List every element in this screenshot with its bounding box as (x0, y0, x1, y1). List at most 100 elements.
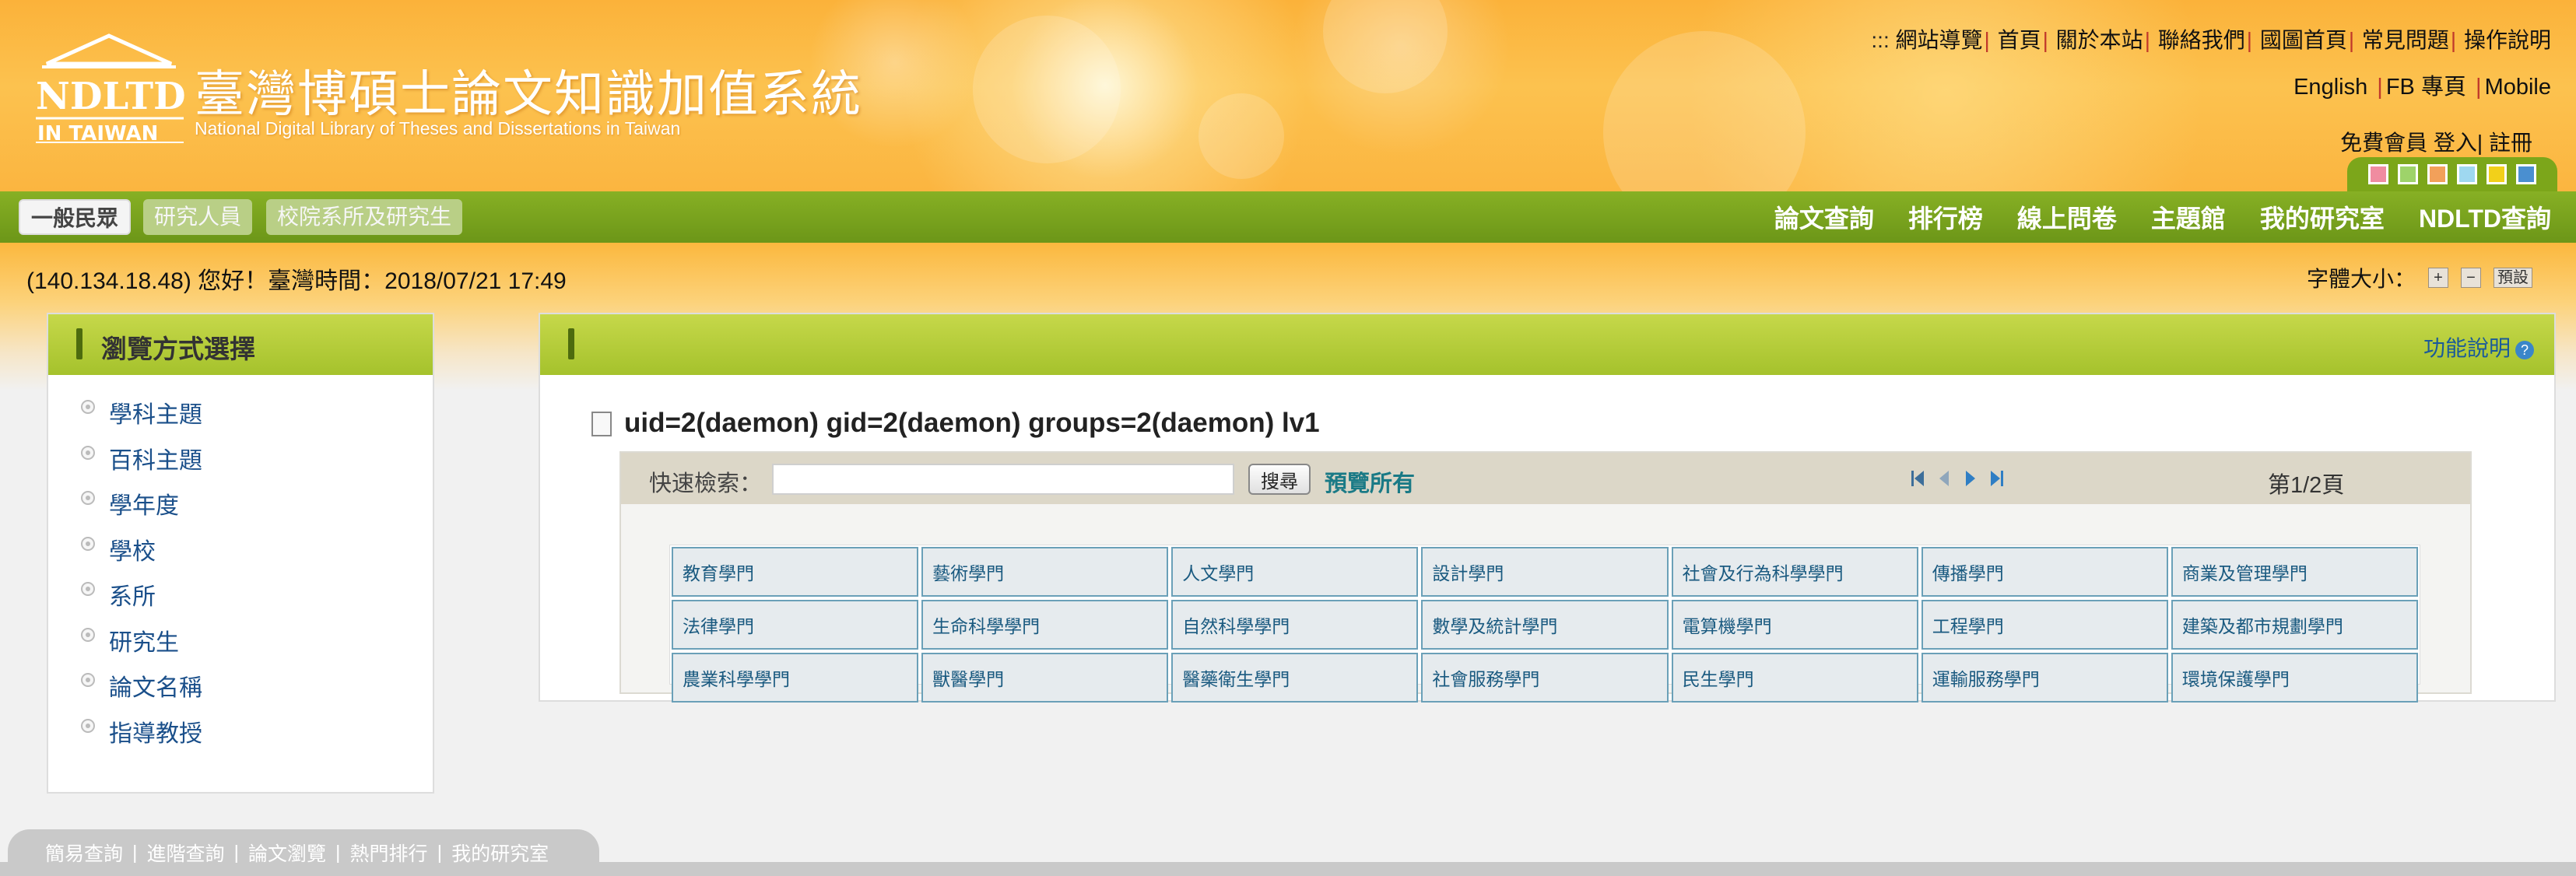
preview-all-link[interactable]: 預覽所有 (1325, 465, 1415, 498)
theme-swatch-pink[interactable] (2368, 164, 2388, 184)
category-link[interactable]: 民生學門 (1671, 653, 1918, 703)
footer-link-browse[interactable]: 論文瀏覽 (248, 839, 326, 867)
browse-thesis-title[interactable]: 論文名稱 (48, 668, 433, 714)
category-link[interactable]: 獸醫學門 (921, 653, 1169, 703)
link-mobile[interactable]: Mobile (2485, 75, 2551, 100)
footer-quick-links: 簡易查詢 | 進階查詢 | 論文瀏覽 | 熱門排行 | 我的研究室 (8, 829, 599, 876)
category-link[interactable]: 工程學門 (1921, 600, 2168, 650)
last-page-icon[interactable] (1989, 468, 2005, 489)
link-english[interactable]: English (2293, 75, 2367, 100)
browse-option-label[interactable]: 研究生 (109, 630, 179, 656)
category-link[interactable]: 數學及統計學門 (1421, 600, 1669, 650)
menu-rankings[interactable]: 排行榜 (1908, 199, 1983, 235)
category-link[interactable]: 農業科學學門 (672, 653, 919, 703)
category-link[interactable]: 商業及管理學門 (2171, 547, 2418, 597)
header-bar-icon (76, 328, 82, 359)
category-link[interactable]: 教育學門 (672, 547, 919, 597)
role-tab-campus[interactable]: 校院系所及研究生 (266, 199, 463, 235)
greeting-text: (140.134.18.48) 您好！臺灣時間：2018/07/21 17:49 (26, 268, 567, 294)
browse-option-label[interactable]: 系所 (109, 584, 156, 610)
footer-link-my-lab[interactable]: 我的研究室 (451, 839, 549, 867)
category-link[interactable]: 藝術學門 (921, 547, 1169, 597)
browse-option-label[interactable]: 百科主題 (109, 448, 202, 474)
logo-subtext: IN TAIWAN (37, 122, 158, 144)
menu-survey[interactable]: 線上問卷 (2017, 199, 2117, 235)
menu-ndltd-search[interactable]: NDLTD查詢 (2419, 199, 2551, 235)
category-link[interactable]: 自然科學學門 (1171, 600, 1419, 650)
theme-swatch-green[interactable] (2398, 164, 2418, 184)
help-icon[interactable]: ? (2515, 340, 2534, 359)
font-increase-button[interactable]: + (2428, 268, 2448, 288)
menu-my-lab[interactable]: 我的研究室 (2260, 199, 2385, 235)
role-tab-researcher[interactable]: 研究人員 (143, 199, 253, 235)
footer-link-simple-search[interactable]: 簡易查詢 (45, 839, 123, 867)
header-bar-icon (568, 328, 574, 359)
browse-option-label[interactable]: 論文名稱 (109, 675, 202, 701)
link-guide[interactable]: 操作說明 (2464, 28, 2551, 52)
menu-thesis-search[interactable]: 論文查詢 (1774, 199, 1874, 235)
font-default-button[interactable]: 預設 (2494, 268, 2532, 288)
footer-link-rankings[interactable]: 熱門排行 (350, 839, 428, 867)
browse-advisor[interactable]: 指導教授 (48, 714, 433, 760)
link-fb-page[interactable]: FB 專頁 (2386, 75, 2466, 100)
link-contact[interactable]: 聯絡我們 (2158, 28, 2245, 52)
browse-department[interactable]: 系所 (48, 577, 433, 623)
bullet-icon (81, 491, 95, 505)
theme-swatch-lightblue[interactable] (2457, 164, 2477, 184)
decor-bubble (1323, 0, 1448, 93)
category-link[interactable]: 醫藥衛生學門 (1171, 653, 1419, 703)
category-link[interactable]: 設計學門 (1421, 547, 1669, 597)
browse-options: 學科主題 百科主題 學年度 學校 系所 研究生 論文名稱 指導教授 (48, 375, 433, 759)
register-link[interactable]: 註冊 (2489, 131, 2532, 155)
role-tab-public[interactable]: 一般民眾 (19, 199, 132, 235)
search-button[interactable]: 搜尋 (1248, 464, 1311, 495)
footer-link-advanced-search[interactable]: 進階查詢 (147, 839, 225, 867)
category-link[interactable]: 環境保護學門 (2171, 653, 2418, 703)
main-content-panel: 功能說明? uid=2(daemon) gid=2(daemon) groups… (539, 313, 2556, 703)
category-link[interactable]: 運輸服務學門 (1921, 653, 2168, 703)
login-link[interactable]: 登入 (2434, 131, 2477, 155)
category-link[interactable]: 生命科學學門 (921, 600, 1169, 650)
browse-school[interactable]: 學校 (48, 532, 433, 578)
category-link[interactable]: 社會及行為科學學門 (1671, 547, 1918, 597)
first-page-icon[interactable] (1910, 468, 1925, 489)
browse-option-label[interactable]: 學校 (109, 539, 156, 565)
help-link[interactable]: 功能說明? (2423, 331, 2534, 363)
theme-swatch-orange[interactable] (2427, 164, 2448, 184)
accesskey-marker[interactable]: ::: (1871, 28, 1889, 52)
bullet-icon (81, 536, 95, 551)
category-link[interactable]: 傳播學門 (1921, 547, 2168, 597)
font-decrease-button[interactable]: − (2461, 268, 2481, 288)
browse-option-label[interactable]: 指導教授 (109, 721, 202, 747)
browse-subject[interactable]: 學科主題 (48, 395, 433, 441)
next-page-icon[interactable] (1963, 468, 1978, 489)
category-link[interactable]: 法律學門 (672, 600, 919, 650)
category-link[interactable]: 電算機學門 (1671, 600, 1918, 650)
theme-swatch-blue[interactable] (2516, 164, 2536, 184)
quick-search-input[interactable] (772, 464, 1234, 495)
link-faq[interactable]: 常見問題 (2362, 28, 2449, 52)
browse-option-label[interactable]: 學科主題 (109, 402, 202, 428)
prev-page-icon[interactable] (1936, 468, 1952, 489)
theme-swatch-yellow[interactable] (2487, 164, 2507, 184)
browse-year[interactable]: 學年度 (48, 486, 433, 532)
category-link[interactable]: 社會服務學門 (1421, 653, 1669, 703)
menu-topics[interactable]: 主題館 (2151, 199, 2226, 235)
font-size-control: 字體大小： + − 預設 (2307, 265, 2532, 291)
decor-bubble (973, 16, 1121, 163)
main-menu: 論文查詢 排行榜 線上問卷 主題館 我的研究室 NDLTD查詢 (1774, 191, 2551, 243)
link-about[interactable]: 關於本站 (2056, 28, 2143, 52)
utility-links: ::: 網站導覽| 首頁| 關於本站| 聯絡我們| 國圖首頁| 常見問題| 操作… (1871, 28, 2551, 52)
browse-option-label[interactable]: 學年度 (109, 493, 179, 519)
category-link[interactable]: 建築及都市規劃學門 (2171, 600, 2418, 650)
link-home[interactable]: 首頁 (1998, 28, 2041, 52)
link-ncl-home[interactable]: 國圖首頁 (2260, 28, 2347, 52)
bullet-icon (81, 582, 95, 596)
category-link[interactable]: 人文學門 (1171, 547, 1419, 597)
browse-encyclopedia[interactable]: 百科主題 (48, 441, 433, 487)
browse-student[interactable]: 研究生 (48, 623, 433, 669)
bullet-icon (81, 445, 95, 460)
link-sitemap[interactable]: 網站導覽 (1896, 28, 1983, 52)
help-label[interactable]: 功能說明 (2423, 336, 2511, 360)
site-logo[interactable]: NDLTD IN TAIWAN 臺灣博碩士論文知識加值系統 National D… (31, 31, 861, 148)
